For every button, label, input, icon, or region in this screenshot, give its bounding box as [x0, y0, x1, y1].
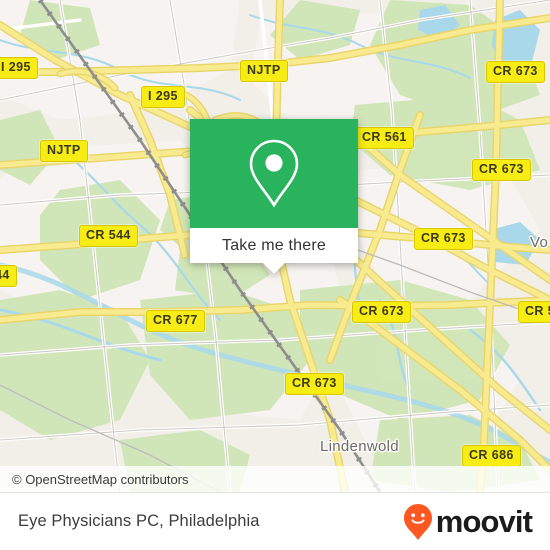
road-shield-njtp-north[interactable]: NJTP — [240, 60, 288, 82]
map-attribution[interactable]: © OpenStreetMap contributors — [0, 466, 550, 492]
road-shield-i295-west[interactable]: I 295 — [0, 57, 38, 79]
road-shield-cr677[interactable]: CR 677 — [146, 310, 205, 332]
callout-action[interactable]: Take me there — [190, 228, 358, 263]
bottom-info-bar: Eye Physicians PC, Philadelphia moovit — [0, 492, 550, 550]
road-shield-cr561-clipped[interactable]: CR 56 — [518, 301, 550, 323]
road-shield-cr673-center[interactable]: CR 673 — [414, 228, 473, 250]
road-shield-cr673-northeast[interactable]: CR 673 — [486, 61, 545, 83]
road-shield-njtp-west[interactable]: NJTP — [40, 140, 88, 162]
take-me-there-label: Take me there — [222, 236, 326, 254]
moovit-logo[interactable]: moovit — [403, 503, 533, 541]
road-shield-cr686[interactable]: CR 686 — [462, 445, 521, 467]
callout-header — [190, 119, 358, 228]
moovit-map-screen: Lindenwold Vo I 295 I 295 NJTP CR 673 NJ… — [0, 0, 550, 550]
road-shield-cr673-south[interactable]: CR 673 — [285, 373, 344, 395]
road-shield-cr561[interactable]: CR 561 — [355, 127, 414, 149]
attribution-text: © OpenStreetMap contributors — [12, 471, 189, 487]
moovit-pin-icon — [403, 503, 433, 541]
location-title: Eye Physicians PC, Philadelphia — [18, 512, 260, 530]
road-shield-cr673-east[interactable]: CR 673 — [472, 159, 531, 181]
road-shield-i295[interactable]: I 295 — [141, 86, 185, 108]
map-canvas[interactable]: Lindenwold Vo I 295 I 295 NJTP CR 673 NJ… — [0, 0, 550, 492]
road-shield-cr544-clipped[interactable]: 44 — [0, 265, 17, 287]
road-shield-cr544[interactable]: CR 544 — [79, 225, 138, 247]
callout-pointer — [263, 263, 285, 274]
road-shield-cr673-mid[interactable]: CR 673 — [352, 301, 411, 323]
map-pin-icon — [246, 137, 302, 211]
moovit-wordmark: moovit — [435, 504, 533, 539]
destination-callout[interactable]: Take me there — [190, 119, 358, 274]
